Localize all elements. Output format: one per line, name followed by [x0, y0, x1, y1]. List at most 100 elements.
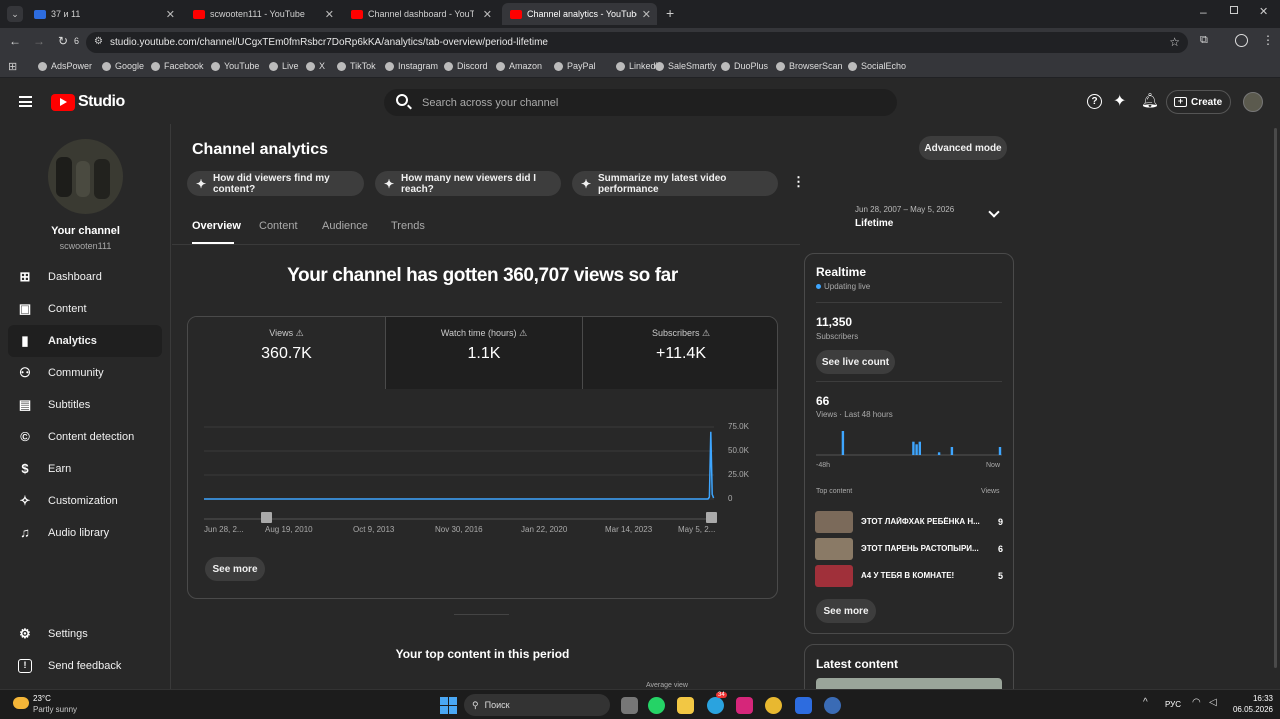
bookmark-item[interactable]: Instagram: [385, 61, 438, 71]
more-options-icon[interactable]: ⋮: [792, 174, 805, 190]
sidebar-item-customization[interactable]: ✧ Customization: [8, 485, 162, 517]
sidebar-item-earn[interactable]: $ Earn: [8, 453, 162, 485]
tab-trends[interactable]: Trends: [391, 220, 425, 232]
url-input[interactable]: ⚙ studio.youtube.com/channel/UCgxTEm0fmR…: [86, 32, 1188, 53]
file-explorer-icon[interactable]: [677, 697, 694, 714]
sparkle-icon[interactable]: ✦: [1113, 91, 1126, 111]
realtime-bar[interactable]: [912, 441, 915, 455]
extensions-icon[interactable]: ⧉: [1200, 34, 1208, 47]
bookmark-item[interactable]: Facebook: [151, 61, 204, 71]
volume-icon[interactable]: ◁: [1209, 697, 1217, 708]
search-input[interactable]: Search across your channel: [384, 89, 897, 116]
metric-watch-time[interactable]: Watch time (hours) ⚠ 1.1K: [385, 317, 582, 389]
suggestion-chip[interactable]: ✦ How did viewers find my content?: [187, 171, 364, 196]
sidebar-item-community[interactable]: ⚇ Community: [8, 357, 162, 389]
account-avatar[interactable]: [1243, 92, 1263, 112]
reload-icon[interactable]: ↻: [58, 34, 68, 48]
bookmark-item[interactable]: YouTube: [211, 61, 259, 71]
close-tab-icon[interactable]: ✕: [325, 8, 334, 21]
clock-time[interactable]: 16:33: [1243, 694, 1273, 703]
bookmark-item[interactable]: X: [306, 61, 325, 71]
bookmark-item[interactable]: SocialEcho: [848, 61, 906, 71]
browser-tab[interactable]: 37 и 11 ✕: [26, 3, 181, 25]
app-icon[interactable]: [795, 697, 812, 714]
restore-icon[interactable]: [1230, 6, 1238, 14]
top-content-row[interactable]: ЭТОТ ПАРЕНЬ РАСТОПЫРИ... 6: [815, 538, 1005, 560]
realtime-bar[interactable]: [950, 447, 954, 455]
browser-tab[interactable]: Channel dashboard - YouTube ✕: [343, 3, 498, 25]
sidebar-item-subtitles[interactable]: ▤ Subtitles: [8, 389, 162, 421]
see-more-button[interactable]: See more: [205, 557, 265, 581]
language-indicator[interactable]: РУС: [1165, 700, 1181, 709]
bookmark-item[interactable]: Live: [269, 61, 299, 71]
forward-icon[interactable]: →: [33, 34, 45, 48]
bookmark-star-icon[interactable]: ☆: [1169, 35, 1180, 49]
whatsapp-icon[interactable]: [648, 697, 665, 714]
tab-content[interactable]: Content: [259, 220, 298, 232]
telegram-icon[interactable]: [707, 697, 724, 714]
browser-tab-active[interactable]: Channel analytics - YouTube St ✕: [502, 3, 657, 25]
channel-avatar[interactable]: [48, 139, 123, 214]
video-marker-icon[interactable]: [706, 512, 717, 523]
tab-counter[interactable]: 6: [74, 36, 79, 46]
bookmark-item[interactable]: SaleSmartly: [655, 61, 717, 71]
bookmark-item[interactable]: TikTok: [337, 61, 376, 71]
sidebar-item-audio-library[interactable]: ♫ Audio library: [8, 517, 162, 549]
create-button[interactable]: + Create: [1166, 90, 1231, 114]
bookmark-item[interactable]: PayPal: [554, 61, 596, 71]
wifi-icon[interactable]: ◠: [1192, 697, 1201, 708]
video-marker-icon[interactable]: [261, 512, 272, 523]
apps-grid-icon[interactable]: ⊞: [8, 60, 17, 73]
bookmark-item[interactable]: Discord: [444, 61, 488, 71]
help-icon[interactable]: ?: [1087, 94, 1102, 109]
realtime-bar[interactable]: [937, 452, 941, 455]
close-tab-icon[interactable]: ✕: [483, 8, 492, 21]
tray-chevron-icon[interactable]: ^: [1143, 697, 1148, 708]
suggestion-chip[interactable]: ✦ Summarize my latest video performance: [572, 171, 778, 196]
realtime-bar[interactable]: [998, 447, 1002, 455]
tab-audience[interactable]: Audience: [322, 220, 368, 232]
minimize-icon[interactable]: –: [1200, 5, 1207, 19]
taskbar-search-input[interactable]: ⚲ Поиск: [464, 694, 610, 716]
top-content-row[interactable]: ЭТОТ ЛАЙФХАК РЕБЁНКА Н... 9: [815, 511, 1005, 533]
tab-search-icon[interactable]: ⌄: [7, 6, 23, 22]
close-window-icon[interactable]: ✕: [1259, 5, 1268, 18]
realtime-see-more-button[interactable]: See more: [816, 599, 876, 623]
browser-app-icon[interactable]: [824, 697, 841, 714]
top-content-row[interactable]: А4 У ТЕБЯ В КОМНАТЕ! 5: [815, 565, 1005, 587]
back-icon[interactable]: ←: [9, 34, 21, 48]
sidebar-item-content[interactable]: ▣ Content: [8, 293, 162, 325]
bookmark-item[interactable]: AdsPower: [38, 61, 92, 71]
hamburger-menu-icon[interactable]: [19, 96, 32, 107]
task-view-icon[interactable]: [621, 697, 638, 714]
bookmark-item[interactable]: DuoPlus: [721, 61, 768, 71]
realtime-bar[interactable]: [915, 444, 918, 455]
clock-date[interactable]: 06.05.2026: [1226, 705, 1273, 714]
scrollbar[interactable]: [1272, 124, 1280, 689]
site-info-icon[interactable]: ⚙: [94, 36, 103, 47]
profile-icon[interactable]: [1235, 34, 1248, 47]
chrome-icon[interactable]: [765, 697, 782, 714]
browser-tab[interactable]: scwooten111 - YouTube ✕: [185, 3, 340, 25]
weather-icon[interactable]: [13, 697, 29, 709]
tab-overview[interactable]: Overview: [192, 220, 241, 232]
metric-subscribers[interactable]: Subscribers ⚠ +11.4K: [582, 317, 777, 389]
period-selector[interactable]: Jun 28, 2007 – May 5, 2026 Lifetime: [855, 205, 1007, 233]
bookmark-item[interactable]: Amazon: [496, 61, 542, 71]
suggestion-chip[interactable]: ✦ How many new viewers did I reach?: [375, 171, 561, 196]
youtube-studio-logo[interactable]: Studio: [51, 93, 125, 111]
metric-views[interactable]: Views ⚠ 360.7K: [188, 317, 385, 389]
sidebar-item-analytics[interactable]: ▮ Analytics: [8, 325, 162, 357]
realtime-bar[interactable]: [918, 441, 921, 455]
sidebar-item-content-detection[interactable]: © Content detection: [8, 421, 162, 453]
notifications-bell-icon[interactable]: 🔔︎: [1141, 92, 1159, 109]
new-tab-icon[interactable]: +: [666, 5, 674, 21]
bookmark-item[interactable]: BrowserScan: [776, 61, 843, 71]
close-tab-icon[interactable]: ✕: [642, 8, 651, 21]
see-live-count-button[interactable]: See live count: [816, 350, 895, 374]
sidebar-item-settings[interactable]: ⚙ Settings: [8, 618, 162, 650]
windows-start-icon[interactable]: [440, 697, 457, 714]
browser-menu-icon[interactable]: ⋮: [1262, 33, 1274, 47]
instagram-icon[interactable]: [736, 697, 753, 714]
bookmark-item[interactable]: Google: [102, 61, 144, 71]
